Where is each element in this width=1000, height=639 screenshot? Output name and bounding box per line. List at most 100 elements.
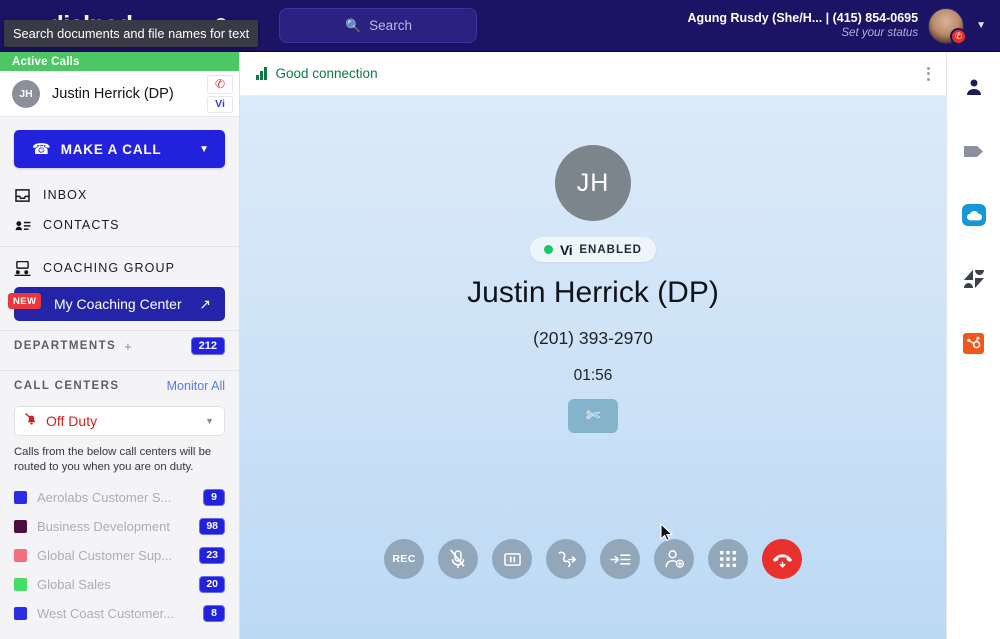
salesforce-app-icon[interactable] bbox=[961, 202, 987, 228]
sidebar-item-label: INBOX bbox=[43, 188, 88, 202]
chevron-down-icon[interactable]: ▼ bbox=[205, 416, 214, 426]
connection-status-label: Good connection bbox=[275, 66, 378, 81]
call-controls: REC bbox=[240, 539, 946, 579]
departments-count-badge: 212 bbox=[190, 337, 225, 355]
hubspot-icon bbox=[963, 332, 984, 354]
kebab-menu-icon[interactable] bbox=[927, 66, 930, 81]
mic-muted-icon bbox=[448, 548, 468, 570]
user-info[interactable]: Agung Rusdy (She/H... | (415) 854-0695 S… bbox=[687, 11, 918, 41]
list-item[interactable]: Business Development 98 bbox=[0, 512, 239, 541]
hangup-icon bbox=[771, 549, 794, 569]
search-tooltip: Search documents and file names for text bbox=[4, 20, 259, 47]
call-center-color-swatch bbox=[14, 548, 27, 562]
user-name: Agung Rusdy (She/H... | (415) 854-0695 bbox=[687, 10, 919, 25]
zendesk-app-icon[interactable] bbox=[961, 266, 987, 292]
scissors-icon[interactable]: ✄ bbox=[568, 399, 618, 433]
monitor-all-link[interactable]: Monitor All bbox=[167, 379, 225, 393]
call-center-color-swatch bbox=[14, 606, 27, 620]
make-a-call-button[interactable]: ☎ MAKE A CALL ▼ bbox=[14, 130, 225, 168]
call-center-color-swatch bbox=[14, 577, 27, 591]
my-coaching-center-label: My Coaching Center bbox=[54, 296, 182, 312]
sidebar-item-label: CONTACTS bbox=[43, 218, 120, 232]
top-bar-right: Agung Rusdy (She/H... | (415) 854-0695 S… bbox=[687, 7, 1000, 45]
hold-button[interactable] bbox=[492, 539, 532, 579]
active-calls-header: Active Calls bbox=[0, 52, 239, 71]
contact-panel-icon[interactable] bbox=[961, 74, 987, 100]
departments-section-header: DEPARTMENTS + 212 bbox=[0, 330, 239, 361]
right-rail bbox=[946, 52, 1000, 639]
search-icon: 🔍 bbox=[344, 17, 362, 33]
add-participant-button[interactable] bbox=[654, 539, 694, 579]
vi-badge[interactable]: Vi bbox=[207, 95, 233, 113]
new-badge: NEW bbox=[8, 293, 42, 309]
my-coaching-center-button[interactable]: NEW My Coaching Center ↗ bbox=[8, 287, 225, 321]
call-centers-list: Aerolabs Customer S... 9 Business Develo… bbox=[0, 483, 239, 628]
add-department-icon[interactable]: + bbox=[124, 339, 132, 354]
move-to-queue-button[interactable] bbox=[600, 539, 640, 579]
active-call-item[interactable]: JH Justin Herrick (DP) ✆ Vi bbox=[0, 71, 239, 117]
user-menu-chevron-down-icon[interactable]: ▼ bbox=[976, 20, 986, 31]
list-item[interactable]: Global Customer Sup... 23 bbox=[0, 541, 239, 570]
avatar[interactable]: ✆ bbox=[928, 7, 968, 45]
add-person-icon bbox=[664, 549, 685, 569]
dialpad-keypad-icon bbox=[719, 550, 737, 568]
user-status[interactable]: Set your status bbox=[687, 26, 918, 40]
call-centers-section-header: CALL CENTERS Monitor All bbox=[0, 370, 239, 401]
rec-icon: REC bbox=[392, 553, 416, 565]
list-item[interactable]: Aerolabs Customer S... 9 bbox=[0, 483, 239, 512]
mouse-cursor bbox=[660, 523, 673, 542]
search-placeholder: Search bbox=[369, 18, 412, 33]
sidebar-divider bbox=[0, 246, 239, 247]
vi-brand-label: Vi bbox=[560, 241, 573, 258]
active-call-actions: ✆ Vi bbox=[207, 74, 233, 113]
inbox-icon bbox=[14, 188, 31, 202]
make-a-call-label: MAKE A CALL bbox=[60, 141, 162, 157]
end-call-button[interactable] bbox=[762, 539, 802, 579]
list-item[interactable]: Global Sales 20 bbox=[0, 570, 239, 599]
caller-name: Justin Herrick (DP) bbox=[467, 276, 719, 309]
keypad-button[interactable] bbox=[708, 539, 748, 579]
call-center-name: Business Development bbox=[37, 518, 170, 534]
move-to-list-icon bbox=[609, 552, 631, 567]
pause-icon bbox=[503, 551, 521, 568]
chevron-down-icon[interactable]: ▼ bbox=[199, 144, 209, 155]
sidebar-nav: INBOX CONTACTS COACHING GROUP bbox=[0, 180, 239, 283]
active-call-avatar: JH bbox=[12, 79, 40, 108]
vi-state-label: ENABLED bbox=[579, 243, 642, 256]
tags-panel-icon[interactable] bbox=[961, 138, 987, 164]
coaching-group-icon bbox=[14, 260, 31, 276]
left-sidebar: Active Calls JH Justin Herrick (DP) ✆ Vi… bbox=[0, 52, 240, 639]
external-link-icon[interactable]: ↗ bbox=[199, 296, 211, 313]
app-window: •• dialpad ‹ › ⟳ 🔍 Search Agung Rusdy (S… bbox=[0, 0, 1000, 639]
call-center-name: Aerolabs Customer S... bbox=[37, 489, 172, 505]
active-call-name: Justin Herrick (DP) bbox=[52, 85, 174, 102]
phone-icon: ☎ bbox=[32, 141, 51, 158]
list-item[interactable]: West Coast Customer... 8 bbox=[0, 599, 239, 628]
caller-number: (201) 393-2970 bbox=[533, 328, 653, 348]
mute-button[interactable] bbox=[438, 539, 478, 579]
connection-status-bar: Good connection bbox=[240, 52, 946, 96]
call-timer: 01:56 bbox=[573, 367, 613, 384]
call-panel: Good connection JH Vi ENABLED Justin Her… bbox=[240, 52, 946, 639]
hangup-icon[interactable]: ✆ bbox=[207, 74, 233, 94]
sidebar-item-coaching-group[interactable]: COACHING GROUP bbox=[0, 253, 239, 283]
avatar-call-badge-icon: ✆ bbox=[950, 27, 968, 45]
bell-off-icon bbox=[24, 412, 38, 431]
call-center-name: Global Sales bbox=[37, 576, 111, 592]
duty-status-select[interactable]: Off Duty ▼ bbox=[14, 406, 225, 436]
sidebar-item-inbox[interactable]: INBOX bbox=[0, 180, 239, 210]
search-input[interactable]: 🔍 Search bbox=[279, 8, 478, 43]
call-centers-title: CALL CENTERS bbox=[14, 380, 120, 392]
departments-title: DEPARTMENTS bbox=[14, 340, 117, 352]
record-button[interactable]: REC bbox=[384, 539, 424, 579]
call-center-count-badge: 20 bbox=[199, 575, 225, 593]
call-center-count-badge: 9 bbox=[203, 488, 225, 506]
transfer-call-button[interactable] bbox=[546, 539, 586, 579]
call-center-color-swatch bbox=[14, 490, 27, 504]
call-center-name: West Coast Customer... bbox=[37, 605, 175, 621]
call-center-color-swatch bbox=[14, 519, 27, 533]
hubspot-app-icon[interactable] bbox=[961, 330, 987, 356]
call-center-count-badge: 23 bbox=[199, 546, 225, 564]
sidebar-item-contacts[interactable]: CONTACTS bbox=[0, 210, 239, 240]
routing-note: Calls from the below call centers will b… bbox=[14, 446, 212, 474]
